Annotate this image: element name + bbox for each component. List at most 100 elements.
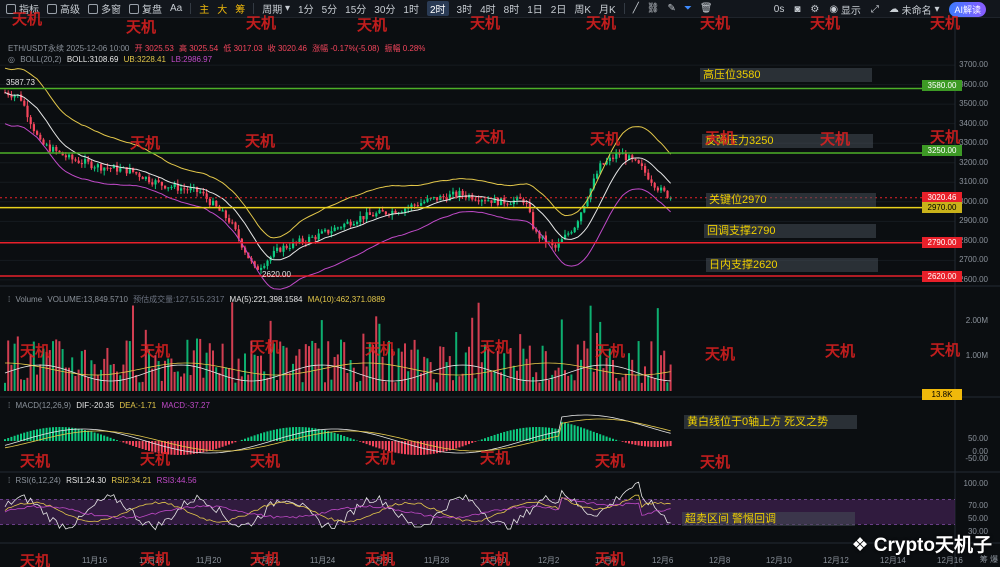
draw-line-button[interactable]: ╱	[633, 3, 639, 14]
volume-bar	[192, 350, 195, 391]
volume-bar	[212, 350, 214, 391]
drag-handle-icon[interactable]: ⁞	[8, 476, 10, 485]
interval-1m[interactable]: 1分	[298, 1, 314, 16]
volume-bar	[538, 382, 541, 391]
candle-body	[343, 223, 346, 228]
volume-bar	[455, 332, 458, 391]
volume-bar	[666, 382, 669, 391]
watermark-text: 天机	[140, 343, 171, 360]
interval-1h[interactable]: 1时	[403, 1, 419, 16]
multi-window-button[interactable]: 多窗	[88, 1, 121, 16]
macd-histogram-bar	[285, 427, 288, 441]
annotation-high-pressure[interactable]: 高压位3580	[700, 68, 872, 82]
candle-body	[228, 218, 231, 223]
drag-handle-icon[interactable]: ⁞	[8, 401, 10, 410]
candle-body	[45, 144, 48, 146]
camera-button[interactable]: ◙	[794, 4, 800, 15]
text-tool-button[interactable]: Aa	[170, 3, 182, 14]
macd-histogram-bar	[253, 435, 256, 441]
date-tick: 12月2	[538, 556, 560, 565]
annotation-pullback-support[interactable]: 回调支撑2790	[704, 224, 876, 238]
open-value: 开 3025.53	[134, 44, 174, 53]
replay-button[interactable]: 复盘	[129, 1, 162, 16]
macd-histogram-bar	[506, 431, 509, 441]
volume-bar	[26, 377, 29, 391]
volume-bar	[112, 364, 115, 391]
watermark-text: 天机	[360, 135, 391, 152]
volume-bar	[237, 358, 240, 391]
macd-histogram-bar	[461, 441, 464, 447]
main-force-button[interactable]: 主	[199, 1, 209, 16]
volume-bar	[308, 346, 310, 391]
volume-bar	[106, 347, 109, 391]
volume-bar	[138, 382, 141, 391]
multi-window-label: 多窗	[101, 5, 121, 16]
macd-histogram-bar	[112, 438, 115, 441]
candle-body	[288, 247, 291, 249]
volume-bar	[525, 358, 528, 391]
volume-bar	[503, 353, 506, 391]
candle-body	[109, 167, 112, 169]
annotation-rsi-note[interactable]: 超卖区间 警惕回调	[682, 512, 855, 526]
chip-button[interactable]: 筹	[235, 1, 245, 16]
fullscreen-button[interactable]: ⤢	[871, 4, 879, 15]
drag-handle-icon[interactable]: ⁞	[8, 295, 10, 304]
interval-1d[interactable]: 1日	[527, 1, 543, 16]
date-tick: 11月24	[310, 556, 336, 565]
candle-body	[29, 117, 32, 125]
brush-button[interactable]: ✎	[667, 3, 675, 14]
volume-bar	[93, 364, 96, 391]
candle-body	[272, 250, 275, 257]
macd-histogram-bar	[484, 438, 486, 441]
macd-histogram-bar	[599, 434, 602, 441]
advanced-button[interactable]: 高级	[47, 1, 80, 16]
candle-body	[141, 176, 144, 180]
macd-histogram-bar	[7, 438, 10, 441]
macd-histogram-bar	[349, 438, 352, 441]
macd-histogram-bar	[234, 441, 237, 443]
macd-histogram-bar	[487, 437, 490, 441]
macd-histogram-bar	[298, 427, 301, 441]
link-icon: ⛓	[646, 3, 660, 14]
volume-bar	[320, 320, 323, 391]
candle-body	[32, 124, 35, 132]
candle-body	[276, 247, 279, 251]
volume-bar	[605, 357, 608, 391]
volume-bar	[528, 345, 531, 391]
annotation-key-level[interactable]: 关键位2970	[706, 193, 876, 207]
candle-body	[100, 164, 103, 171]
macd-tick: -50.00	[965, 454, 988, 463]
volume-tag: 13.8K	[922, 389, 962, 400]
volume-bar	[458, 376, 461, 391]
candle-body	[279, 247, 282, 252]
volume-bar	[634, 374, 637, 391]
interval-2h[interactable]: 2时	[426, 1, 449, 16]
watermark-text: 天机	[365, 341, 396, 358]
volume-bar	[218, 372, 221, 391]
cloud-icon: ☁	[888, 3, 902, 15]
macd-histogram-bar	[413, 441, 416, 455]
candle-body	[580, 212, 583, 222]
link-button[interactable]: ⛓	[647, 3, 660, 14]
volume-bar	[189, 375, 192, 391]
candle-body	[375, 213, 378, 217]
interval-8h[interactable]: 8时	[504, 1, 520, 16]
interval-2d[interactable]: 2日	[551, 1, 567, 16]
annotation-intraday-support[interactable]: 日内支撑2620	[706, 258, 878, 272]
annotation-macd-note[interactable]: 黄白线位于0轴上方 死叉之势	[684, 415, 857, 429]
large-order-button[interactable]: 大	[217, 1, 227, 16]
eye-icon[interactable]: ◎	[8, 55, 15, 64]
candle-body	[148, 176, 151, 183]
interval-5m[interactable]: 5分	[322, 1, 338, 16]
filter-button[interactable]: ⏷	[684, 3, 692, 14]
candle-body	[455, 191, 458, 197]
line-tool-icon: ╱	[632, 3, 639, 14]
macd-histogram-bar	[36, 429, 38, 441]
volume-bar	[612, 359, 614, 391]
macd-histogram-bar	[125, 441, 128, 444]
volume-bar	[532, 376, 534, 391]
macd-histogram-bar	[640, 441, 643, 446]
macd-histogram-bar	[656, 441, 659, 447]
macd-histogram-bar	[516, 428, 518, 441]
candle-body	[119, 168, 122, 172]
